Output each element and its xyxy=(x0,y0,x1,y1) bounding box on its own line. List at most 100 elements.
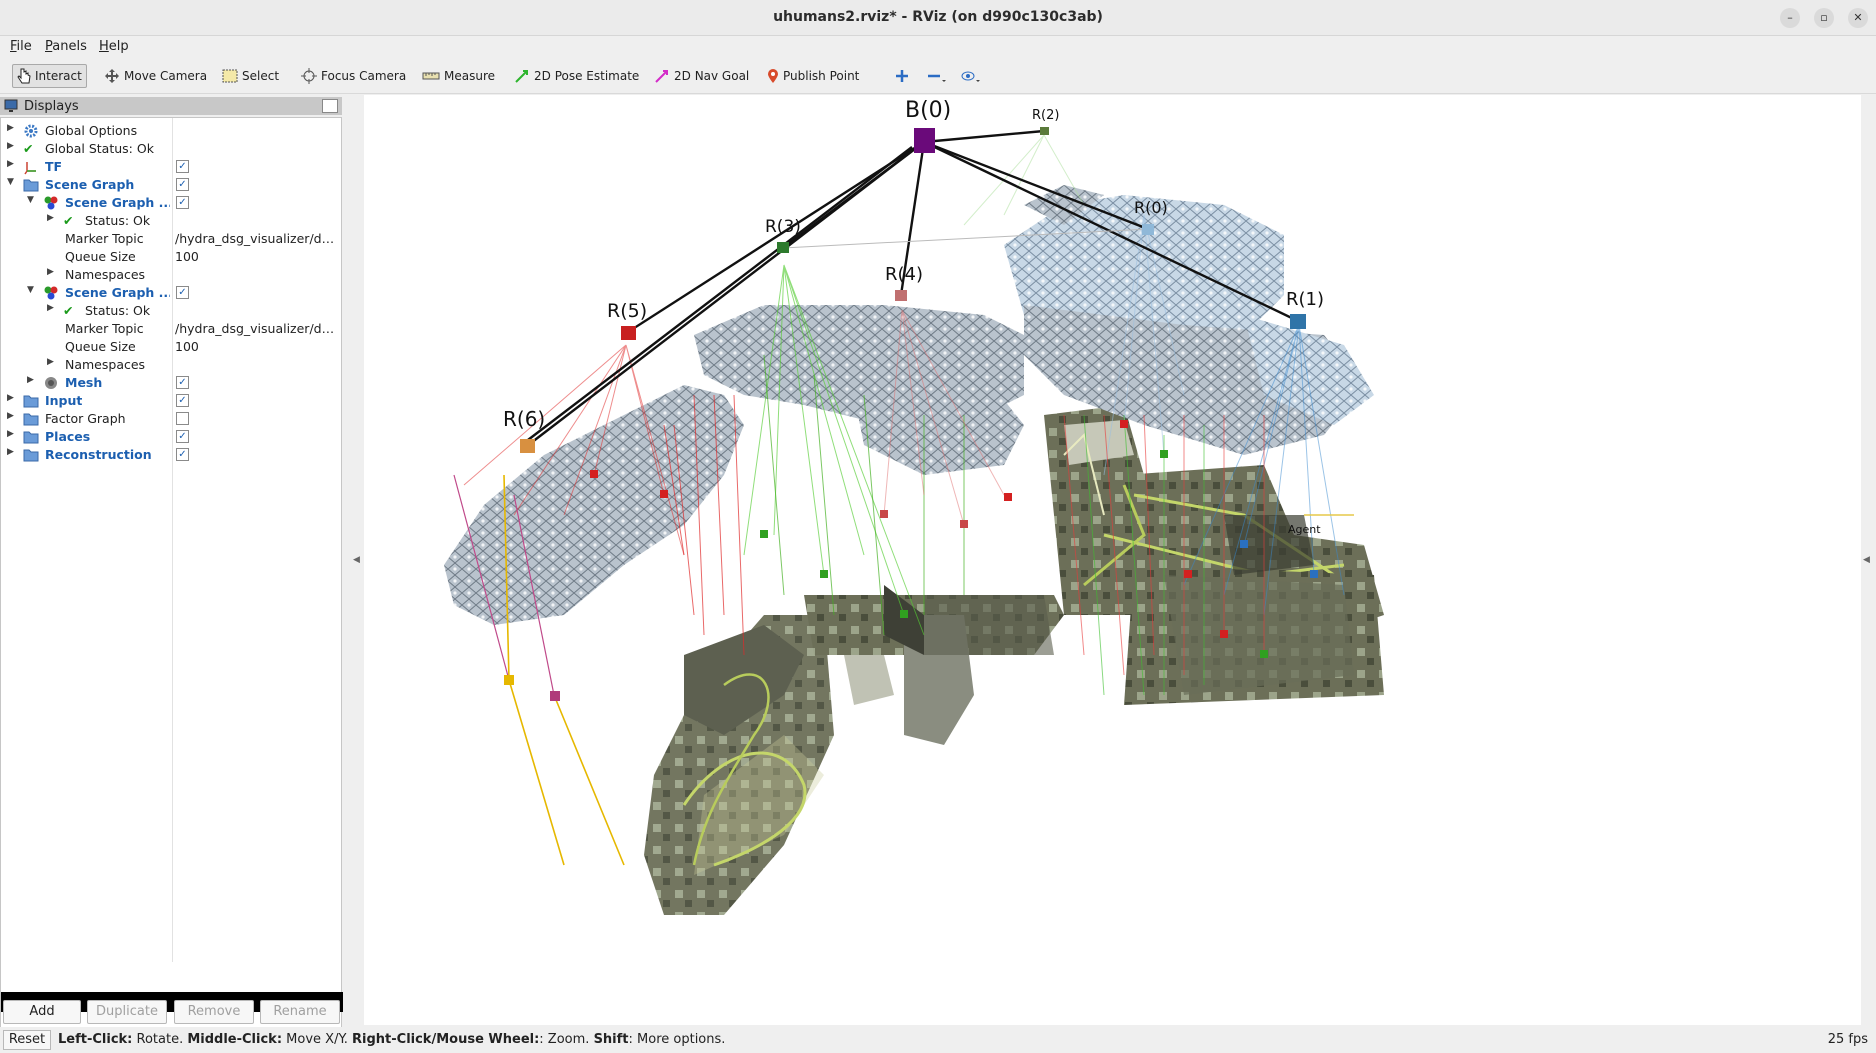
queue-size-value[interactable]: 100 xyxy=(175,339,337,354)
duplicate-button[interactable]: Duplicate xyxy=(87,1000,167,1024)
menu-file[interactable]: File xyxy=(10,39,32,54)
measure-label: Measure xyxy=(444,69,495,83)
select-tool-button[interactable]: Select xyxy=(218,64,283,88)
add-tool-button[interactable] xyxy=(890,64,914,88)
tree-checkbox[interactable]: ✓ xyxy=(176,394,189,407)
expand-arrow-icon[interactable]: ▶ xyxy=(27,375,37,385)
tree-checkbox[interactable]: ✓ xyxy=(176,178,189,191)
marker-topic-value[interactable]: /hydra_dsg_visualizer/ds... xyxy=(175,231,337,246)
tree-row-status[interactable]: ▶ ✔ Status: Ok xyxy=(1,212,341,230)
tree-checkbox[interactable]: ✓ xyxy=(176,430,189,443)
pose-estimate-tool-button[interactable]: 2D Pose Estimate xyxy=(510,64,643,88)
tree-checkbox[interactable]: ✓ xyxy=(176,160,189,173)
marker-topic-value[interactable]: /hydra_dsg_visualizer/dy... xyxy=(175,321,337,336)
publish-point-tool-button[interactable]: Publish Point xyxy=(763,64,863,88)
collapse-arrow-icon[interactable]: ▼ xyxy=(7,177,17,187)
monitor-icon xyxy=(4,99,18,112)
expand-arrow-icon[interactable]: ▶ xyxy=(7,429,17,439)
tree-row-global-options[interactable]: ▶ Global Options xyxy=(1,122,341,140)
check-icon: ✔ xyxy=(63,303,74,318)
tree-row-scene-graph-marker-1[interactable]: ▼ Scene Graph ... ✓ xyxy=(1,194,341,212)
expand-arrow-icon[interactable]: ▶ xyxy=(47,357,57,367)
move-arrows-icon xyxy=(105,69,119,83)
displays-tree[interactable]: ▶ Global Options ▶ ✔ Global Status: Ok ▶… xyxy=(0,117,343,1053)
undock-button[interactable] xyxy=(322,99,338,113)
expand-arrow-icon[interactable]: ▶ xyxy=(7,411,17,421)
tree-row-status[interactable]: ▶ ✔ Status: Ok xyxy=(1,302,341,320)
tree-checkbox[interactable]: ✓ xyxy=(176,448,189,461)
tree-row-global-status[interactable]: ▶ ✔ Global Status: Ok xyxy=(1,140,341,158)
collapse-right-icon[interactable]: ◀ xyxy=(1863,555,1870,565)
room-label-2: R(2) xyxy=(1032,108,1059,123)
menu-help[interactable]: Help xyxy=(99,39,129,54)
expand-arrow-icon[interactable]: ▶ xyxy=(47,213,57,223)
expand-arrow-icon[interactable]: ▶ xyxy=(7,123,17,133)
tree-row-queue-size[interactable]: Queue Size 100 xyxy=(1,338,341,356)
tree-label: Queue Size xyxy=(65,249,136,264)
add-button[interactable]: Add xyxy=(3,1000,81,1024)
tree-row-queue-size[interactable]: Queue Size 100 xyxy=(1,248,341,266)
tree-label: Marker Topic xyxy=(65,321,144,336)
collapse-arrow-icon[interactable]: ▼ xyxy=(27,195,37,205)
tree-row-factor-graph[interactable]: ▶ Factor Graph xyxy=(1,410,341,428)
scene-graph-render[interactable]: B(0) R(2) R(0) R(1) R(3) R(4) R(5) R(6) … xyxy=(364,95,1861,1025)
interact-tool-button[interactable]: Interact xyxy=(12,64,87,88)
tree-label: Namespaces xyxy=(65,357,146,372)
close-button[interactable]: ✕ xyxy=(1848,8,1868,28)
view-options-tool-button[interactable] xyxy=(956,64,986,88)
menu-panels[interactable]: Panels xyxy=(45,39,87,54)
expand-arrow-icon[interactable]: ▶ xyxy=(47,267,57,277)
expand-arrow-icon[interactable]: ▶ xyxy=(7,159,17,169)
tree-label: Input xyxy=(45,393,83,408)
rviz-window: uhumans2.rviz* - RViz (on d990c130c3ab) … xyxy=(0,0,1876,1053)
reset-button[interactable]: Reset xyxy=(3,1030,51,1050)
render-view[interactable]: B(0) R(2) R(0) R(1) R(3) R(4) R(5) R(6) … xyxy=(364,95,1861,1025)
check-icon: ✔ xyxy=(23,141,34,156)
tree-row-input[interactable]: ▶ Input ✓ xyxy=(1,392,341,410)
tree-row-scene-graph[interactable]: ▼ Scene Graph ✓ xyxy=(1,176,341,194)
tree-checkbox[interactable] xyxy=(176,412,189,425)
collapse-arrow-icon[interactable]: ▼ xyxy=(27,285,37,295)
tree-checkbox[interactable]: ✓ xyxy=(176,196,189,209)
minimize-button[interactable]: – xyxy=(1780,8,1800,28)
right-splitter[interactable]: ◀ xyxy=(1862,95,1870,1025)
remove-button[interactable]: Remove xyxy=(174,1000,254,1024)
tree-row-reconstruction[interactable]: ▶ Reconstruction ✓ xyxy=(1,446,341,464)
collapse-left-icon[interactable]: ◀ xyxy=(353,555,360,565)
tree-label: Global Options xyxy=(45,123,138,138)
expand-arrow-icon[interactable]: ▶ xyxy=(7,393,17,403)
tree-checkbox[interactable]: ✓ xyxy=(176,376,189,389)
map-pin-icon xyxy=(768,69,778,83)
tree-row-tf[interactable]: ▶ TF ✓ xyxy=(1,158,341,176)
mouse-hint-text: Left-Click: Rotate. Middle-Click: Move X… xyxy=(58,1032,725,1047)
room-node-5 xyxy=(621,326,636,340)
focus-camera-tool-button[interactable]: Focus Camera xyxy=(297,64,410,88)
tree-checkbox[interactable]: ✓ xyxy=(176,286,189,299)
measure-tool-button[interactable]: Measure xyxy=(418,64,499,88)
expand-arrow-icon[interactable]: ▶ xyxy=(7,141,17,151)
expand-arrow-icon[interactable]: ▶ xyxy=(7,447,17,457)
nav-goal-tool-button[interactable]: 2D Nav Goal xyxy=(650,64,753,88)
focus-crosshair-icon xyxy=(301,68,317,84)
plus-icon xyxy=(896,70,908,82)
tree-row-scene-graph-marker-2[interactable]: ▼ Scene Graph ... ✓ xyxy=(1,284,341,302)
tree-row-marker-topic[interactable]: Marker Topic /hydra_dsg_visualizer/dy... xyxy=(1,320,341,338)
maximize-button[interactable]: ▫ xyxy=(1814,8,1834,28)
tree-row-mesh[interactable]: ▶ Mesh ✓ xyxy=(1,374,341,392)
left-splitter[interactable]: ◀ xyxy=(352,95,360,1025)
tree-label: Factor Graph xyxy=(45,411,126,426)
folder-icon xyxy=(23,179,39,192)
building-node xyxy=(914,128,935,153)
axes-icon xyxy=(24,162,36,175)
tree-row-namespaces[interactable]: ▶ Namespaces xyxy=(1,266,341,284)
green-arrow-icon xyxy=(515,70,528,83)
move-camera-tool-button[interactable]: Move Camera xyxy=(100,64,211,88)
rename-button[interactable]: Rename xyxy=(260,1000,340,1024)
tree-row-marker-topic[interactable]: Marker Topic /hydra_dsg_visualizer/ds... xyxy=(1,230,341,248)
tree-row-namespaces[interactable]: ▶ Namespaces xyxy=(1,356,341,374)
tree-label: Scene Graph xyxy=(45,177,135,192)
queue-size-value[interactable]: 100 xyxy=(175,249,337,264)
remove-tool-button[interactable] xyxy=(922,64,952,88)
expand-arrow-icon[interactable]: ▶ xyxy=(47,303,57,313)
tree-row-places[interactable]: ▶ Places ✓ xyxy=(1,428,341,446)
